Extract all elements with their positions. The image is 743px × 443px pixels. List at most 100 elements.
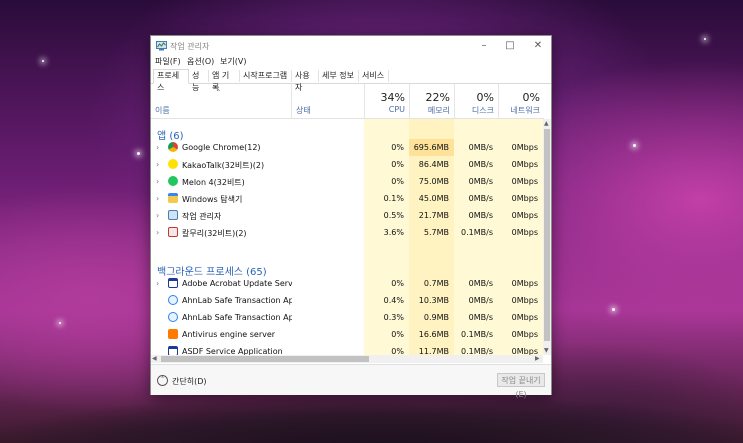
cell-net: 0Mbps [511, 211, 538, 220]
footer: ˄ 간단히(D) 작업 끝내기(E) [151, 364, 551, 399]
chevron-right-icon[interactable]: › [156, 160, 159, 169]
cell-cpu: 0% [391, 143, 404, 152]
process-name: 칼무리(32비트)(2) [182, 229, 247, 238]
tab-app-history[interactable]: 앱 기록 [209, 70, 240, 92]
chevron-right-icon[interactable]: › [156, 211, 159, 220]
cell-mem: 0.9MB [423, 313, 449, 322]
column-status-label: 상태 [296, 106, 311, 115]
network-total: 0% [522, 91, 540, 104]
task-manager-icon [168, 210, 178, 220]
column-cpu[interactable]: 34% CPU [364, 84, 409, 118]
table-row[interactable]: › Google Chrome(12) 0% 695.6MB 0MB/s 0Mbps [151, 139, 543, 156]
cell-net: 0Mbps [511, 143, 538, 152]
cell-cpu: 0.3% [383, 313, 404, 322]
scroll-down-icon[interactable]: ▼ [544, 347, 549, 354]
disk-label: 디스크 [471, 106, 494, 115]
cell-mem: 21.7MB [418, 211, 449, 220]
memory-label: 메모리 [427, 106, 450, 115]
table-row[interactable]: › Melon 4(32비트) 0% 75.0MB 0MB/s 0Mbps [151, 173, 543, 190]
cell-net: 0Mbps [511, 279, 538, 288]
cell-disk: 0MB/s [468, 296, 493, 305]
tab-performance[interactable]: 성능 [189, 70, 209, 92]
window-title: 작업 관리자 [170, 42, 210, 51]
scroll-right-icon[interactable]: ▶ [535, 355, 540, 362]
chevron-right-icon[interactable]: › [156, 279, 159, 288]
star [137, 152, 140, 155]
ahnlab-icon [168, 295, 178, 305]
chevron-right-icon[interactable]: › [156, 177, 159, 186]
table-row[interactable]: Antivirus engine server 0% 16.6MB 0.1MB/s 0M… [151, 326, 543, 343]
close-button[interactable]: ✕ [523, 38, 553, 54]
task-manager-icon [156, 41, 167, 51]
chevron-right-icon[interactable]: › [156, 194, 159, 203]
vertical-scroll-thumb[interactable] [544, 129, 550, 341]
melon-icon [168, 176, 178, 186]
tab-startup[interactable]: 시작프로그램 [240, 70, 292, 82]
star [59, 322, 61, 324]
chevron-up-circle-icon[interactable]: ˄ [157, 375, 168, 386]
network-label: 네트워크 [510, 106, 540, 115]
title-bar[interactable]: 작업 관리자 – □ ✕ [151, 36, 551, 56]
menu-view[interactable]: 보기(V) [220, 56, 246, 67]
process-name: ASDF Service Application [182, 347, 283, 355]
table-row[interactable]: › Windows 탐색기 0.1% 45.0MB 0MB/s 0Mbps [151, 190, 543, 207]
menu-file[interactable]: 파일(F) [155, 56, 181, 67]
tab-users[interactable]: 사용자 [292, 70, 319, 92]
fewer-details-link[interactable]: 간단히(D) [172, 376, 206, 387]
table-row[interactable]: › KakaoTalk(32비트)(2) 0% 86.4MB 0MB/s 0Mbps [151, 156, 543, 173]
horizontal-scrollbar[interactable]: ◀ ▶ [151, 355, 543, 363]
cell-mem: 695.6MB [413, 143, 449, 152]
vertical-scrollbar[interactable]: ▲ ▼ [543, 119, 551, 355]
tab-services[interactable]: 서비스 [359, 70, 389, 82]
table-row[interactable]: › 작업 관리자 0.5% 21.7MB 0MB/s 0Mbps [151, 207, 543, 224]
cell-disk: 0.1MB/s [461, 347, 493, 355]
chevron-right-icon[interactable]: › [156, 228, 159, 237]
table-row[interactable]: ASDF Service Application 0% 11.7MB 0.1MB/s 0… [151, 343, 543, 355]
process-name: KakaoTalk(32비트)(2) [182, 161, 265, 170]
cell-net: 0Mbps [511, 160, 538, 169]
cell-cpu: 0.4% [383, 296, 404, 305]
process-name: Google Chrome(12) [182, 143, 261, 152]
group-header-background[interactable]: 백그라운드 프로세스 (65) [151, 258, 543, 278]
cell-disk: 0MB/s [468, 313, 493, 322]
scroll-left-icon[interactable]: ◀ [152, 355, 157, 362]
table-row[interactable]: AhnLab Safe Transaction Appli... 0.4% 10.3… [151, 292, 543, 309]
cpu-label: CPU [388, 105, 405, 114]
horizontal-scroll-thumb[interactable] [161, 356, 369, 362]
cell-cpu: 0.1% [383, 194, 404, 203]
table-row[interactable]: › 칼무리(32비트)(2) 3.6% 5.7MB 0.1MB/s 0Mbps [151, 224, 543, 241]
star [633, 144, 636, 147]
cell-mem: 86.4MB [418, 160, 449, 169]
chevron-right-icon[interactable]: › [156, 143, 159, 152]
cell-net: 0Mbps [511, 296, 538, 305]
cell-cpu: 0% [391, 347, 404, 355]
cell-disk: 0MB/s [468, 194, 493, 203]
process-name: Antivirus engine server [182, 330, 276, 339]
column-name[interactable]: 이름 [151, 84, 291, 118]
disk-total: 0% [476, 91, 494, 104]
tab-details[interactable]: 세부 정보 [319, 70, 359, 82]
menu-options[interactable]: 옵션(O) [187, 56, 214, 67]
cell-net: 0Mbps [511, 330, 538, 339]
cell-disk: 0MB/s [468, 143, 493, 152]
maximize-button[interactable]: □ [495, 38, 525, 54]
process-name: AhnLab Safe Transaction Appli... [182, 296, 292, 305]
end-task-button[interactable]: 작업 끝내기(E) [497, 373, 545, 399]
column-memory[interactable]: 22% 메모리 [409, 84, 454, 118]
cell-net: 0Mbps [511, 347, 538, 355]
group-header-apps[interactable]: 앱 (6) [151, 122, 543, 142]
column-disk[interactable]: 0% 디스크 [454, 84, 498, 118]
kakaotalk-icon [168, 159, 178, 169]
star [612, 308, 615, 311]
column-network[interactable]: 0% 네트워크 [498, 84, 544, 118]
scroll-up-icon[interactable]: ▲ [544, 120, 549, 127]
column-status[interactable]: 상태 [291, 84, 364, 118]
process-name: Adobe Acrobat Update Service(... [182, 279, 292, 288]
process-name: Melon 4(32비트) [182, 178, 245, 187]
table-row[interactable]: AhnLab Safe Transaction Appli... 0.3% 0.9M… [151, 309, 543, 326]
process-name: 작업 관리자 [182, 212, 222, 221]
tab-processes[interactable]: 프로세스 [153, 69, 189, 92]
table-row[interactable]: › Adobe Acrobat Update Service(... 0% 0.7MB… [151, 275, 543, 292]
column-name-label: 이름 [155, 106, 170, 115]
cell-mem: 11.7MB [418, 347, 449, 355]
